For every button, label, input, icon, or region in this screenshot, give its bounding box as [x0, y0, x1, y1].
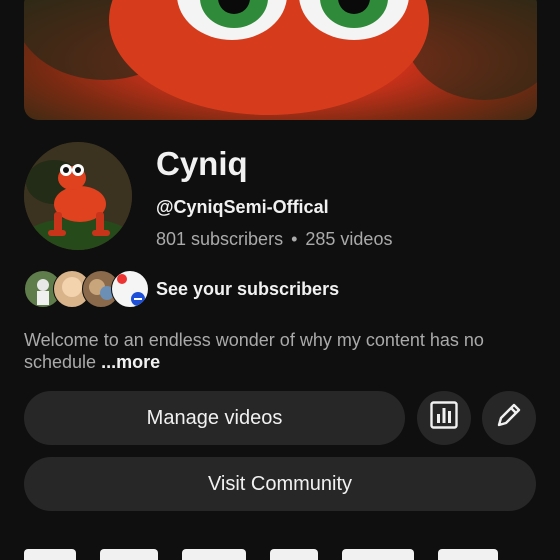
- more-link[interactable]: ...more: [101, 352, 160, 372]
- analytics-button[interactable]: [417, 391, 471, 445]
- pencil-icon: [494, 400, 524, 436]
- subscriber-avatars[interactable]: [24, 270, 149, 308]
- banner-artwork: [24, 0, 537, 115]
- channel-stats: 801 subscribers • 285 videos: [156, 229, 392, 250]
- channel-avatar[interactable]: [24, 142, 132, 250]
- channel-name: Cyniq: [156, 145, 248, 182]
- avatar-artwork: [24, 142, 132, 250]
- edit-channel-button[interactable]: [482, 391, 536, 445]
- channel-handle: @CyniqSemi-Offical: [156, 197, 329, 217]
- subscriber-count: 801 subscribers: [156, 229, 284, 249]
- description-text: Welcome to an endless wonder of why my c…: [24, 330, 484, 372]
- manage-videos-button[interactable]: Manage videos: [24, 391, 405, 445]
- video-count: 285 videos: [305, 229, 393, 249]
- see-subscribers-link[interactable]: See your subscribers: [156, 279, 339, 300]
- channel-tabs-partial: [24, 548, 536, 560]
- channel-description[interactable]: Welcome to an endless wonder of why my c…: [24, 329, 536, 373]
- channel-banner: [24, 0, 537, 120]
- stats-separator: •: [291, 229, 298, 249]
- subscriber-avatar: [111, 270, 149, 308]
- visit-community-button[interactable]: Visit Community: [24, 457, 536, 511]
- analytics-icon: [429, 400, 459, 436]
